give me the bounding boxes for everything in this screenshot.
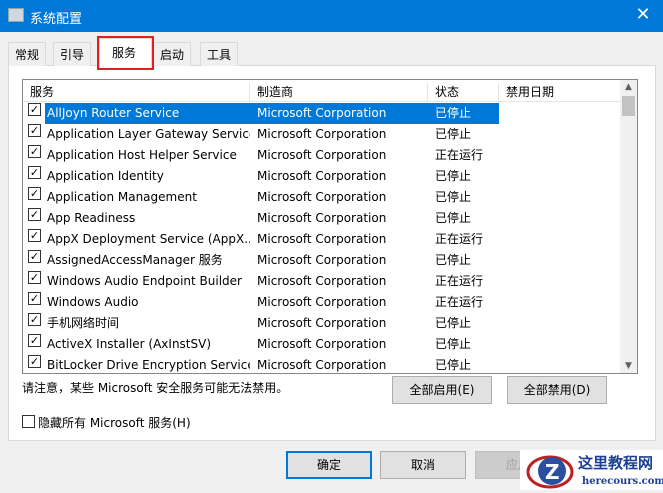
col-manufacturer[interactable]: 制造商 (250, 83, 428, 101)
service-name: AllJoyn Router Service (45, 103, 250, 124)
window-title: 系统配置 (30, 12, 83, 27)
col-disabled-date[interactable]: 禁用日期 (499, 83, 619, 101)
list-header: 服务 制造商 状态 禁用日期 (23, 80, 620, 102)
service-status: 正在运行 (435, 274, 484, 288)
ok-button[interactable]: 确定 (286, 451, 372, 479)
service-name: AssignedAccessManager 服务 (47, 253, 223, 267)
service-manufacturer: Microsoft Corporation (257, 253, 387, 267)
service-manufacturer: Microsoft Corporation (257, 358, 387, 372)
service-name: Windows Audio Endpoint Builder (47, 274, 242, 288)
col-service[interactable]: 服务 (23, 83, 250, 101)
table-row[interactable]: ✓ 手机网络时间 Microsoft Corporation 已停止 (23, 313, 620, 334)
service-status: 已停止 (435, 337, 472, 351)
service-status: 已停止 (435, 169, 472, 183)
service-manufacturer: Microsoft Corporation (257, 295, 387, 309)
note-text: 请注意，某些 Microsoft 安全服务可能无法禁用。 (22, 381, 289, 395)
svg-text:herecours.com: herecours.com (582, 476, 663, 487)
services-list[interactable]: 服务 制造商 状态 禁用日期 ✓ AllJoyn Router Service … (22, 79, 638, 374)
hide-ms-label: 隐藏所有 Microsoft 服务(H) (38, 416, 191, 430)
scroll-down-icon[interactable]: ▼ (620, 361, 637, 371)
scrollbar[interactable]: ▲ ▼ (620, 80, 637, 373)
tab-tools[interactable]: 工具 (200, 42, 239, 66)
table-row[interactable]: ✓ App Readiness Microsoft Corporation 已停… (23, 208, 620, 229)
service-checkbox[interactable]: ✓ (28, 292, 41, 305)
service-status: 已停止 (435, 127, 472, 141)
watermark-icon: Z 这里教程网 herecours.com (526, 454, 663, 489)
service-manufacturer: Microsoft Corporation (257, 127, 387, 141)
service-checkbox[interactable]: ✓ (28, 271, 41, 284)
service-name: 手机网络时间 (47, 316, 120, 330)
service-checkbox[interactable]: ✓ (28, 166, 41, 179)
table-row[interactable]: ✓ ActiveX Installer (AxInstSV) Microsoft… (23, 334, 620, 355)
table-row[interactable]: ✓ Windows Audio Endpoint Builder Microso… (23, 271, 620, 292)
tab-general[interactable]: 常规 (8, 42, 47, 66)
service-manufacturer: Microsoft Corporation (257, 148, 387, 162)
table-row[interactable]: ✓ Application Layer Gateway Service Micr… (23, 124, 620, 145)
service-checkbox[interactable]: ✓ (28, 355, 41, 368)
enable-all-button[interactable]: 全部启用(E) (392, 376, 492, 404)
service-checkbox[interactable]: ✓ (28, 334, 41, 347)
tab-boot[interactable]: 引导 (53, 42, 92, 66)
table-row[interactable]: ✓ AssignedAccessManager 服务 Microsoft Cor… (23, 250, 620, 271)
svg-text:Z: Z (545, 460, 560, 484)
svg-text:这里教程网: 这里教程网 (578, 454, 653, 472)
scroll-up-icon[interactable]: ▲ (620, 82, 637, 92)
service-status: 已停止 (428, 103, 499, 124)
disable-all-button[interactable]: 全部禁用(D) (507, 376, 607, 404)
table-row[interactable]: ✓ AllJoyn Router Service Microsoft Corpo… (23, 103, 620, 124)
service-status: 正在运行 (435, 232, 484, 246)
service-checkbox[interactable]: ✓ (28, 103, 41, 116)
close-button[interactable]: ✕ (623, 0, 663, 32)
service-manufacturer: Microsoft Corporation (257, 211, 387, 225)
service-name: App Readiness (47, 211, 136, 225)
service-status: 正在运行 (435, 148, 484, 162)
service-status: 已停止 (435, 211, 472, 225)
service-name: Application Management (47, 190, 197, 204)
service-status: 已停止 (435, 190, 472, 204)
service-checkbox[interactable]: ✓ (28, 313, 41, 326)
service-checkbox[interactable]: ✓ (28, 208, 41, 221)
table-row[interactable]: ✓ Application Host Helper Service Micros… (23, 145, 620, 166)
service-checkbox[interactable]: ✓ (28, 229, 41, 242)
watermark-logo: Z 这里教程网 herecours.com (520, 450, 663, 490)
table-row[interactable]: ✓ Application Management Microsoft Corpo… (23, 187, 620, 208)
tab-services[interactable]: 服务 (97, 36, 154, 70)
service-name: Application Host Helper Service (47, 148, 237, 162)
hide-ms-checkbox[interactable] (22, 415, 35, 428)
service-name: BitLocker Drive Encryption Service (47, 358, 250, 372)
table-row[interactable]: ✓ Application Identity Microsoft Corpora… (23, 166, 620, 187)
service-status: 已停止 (435, 358, 472, 372)
table-row[interactable]: ✓ BitLocker Drive Encryption Service Mic… (23, 355, 620, 373)
service-manufacturer: Microsoft Corporation (250, 103, 428, 124)
service-status: 已停止 (435, 316, 472, 330)
service-name: ActiveX Installer (AxInstSV) (47, 337, 212, 351)
col-status[interactable]: 状态 (428, 83, 499, 101)
title-bar: 系统配置 ✕ (0, 0, 663, 32)
cancel-button[interactable]: 取消 (380, 451, 466, 479)
service-name: Application Identity (47, 169, 164, 183)
service-status: 已停止 (435, 253, 472, 267)
service-checkbox[interactable]: ✓ (28, 145, 41, 158)
scroll-thumb[interactable] (622, 96, 635, 116)
service-manufacturer: Microsoft Corporation (257, 169, 387, 183)
service-status: 正在运行 (435, 295, 484, 309)
table-row[interactable]: ✓ AppX Deployment Service (AppX... Micro… (23, 229, 620, 250)
service-checkbox[interactable]: ✓ (28, 124, 41, 137)
service-name: Windows Audio (47, 295, 139, 309)
service-checkbox[interactable]: ✓ (28, 250, 41, 263)
service-checkbox[interactable]: ✓ (28, 187, 41, 200)
service-manufacturer: Microsoft Corporation (257, 190, 387, 204)
service-name: Application Layer Gateway Service (47, 127, 250, 141)
service-name: AppX Deployment Service (AppX... (47, 232, 250, 246)
service-manufacturer: Microsoft Corporation (257, 316, 387, 330)
service-manufacturer: Microsoft Corporation (257, 274, 387, 288)
tab-startup[interactable]: 启动 (153, 42, 192, 66)
table-row[interactable]: ✓ Windows Audio Microsoft Corporation 正在… (23, 292, 620, 313)
service-manufacturer: Microsoft Corporation (257, 232, 387, 246)
app-icon (8, 8, 24, 22)
service-manufacturer: Microsoft Corporation (257, 337, 387, 351)
